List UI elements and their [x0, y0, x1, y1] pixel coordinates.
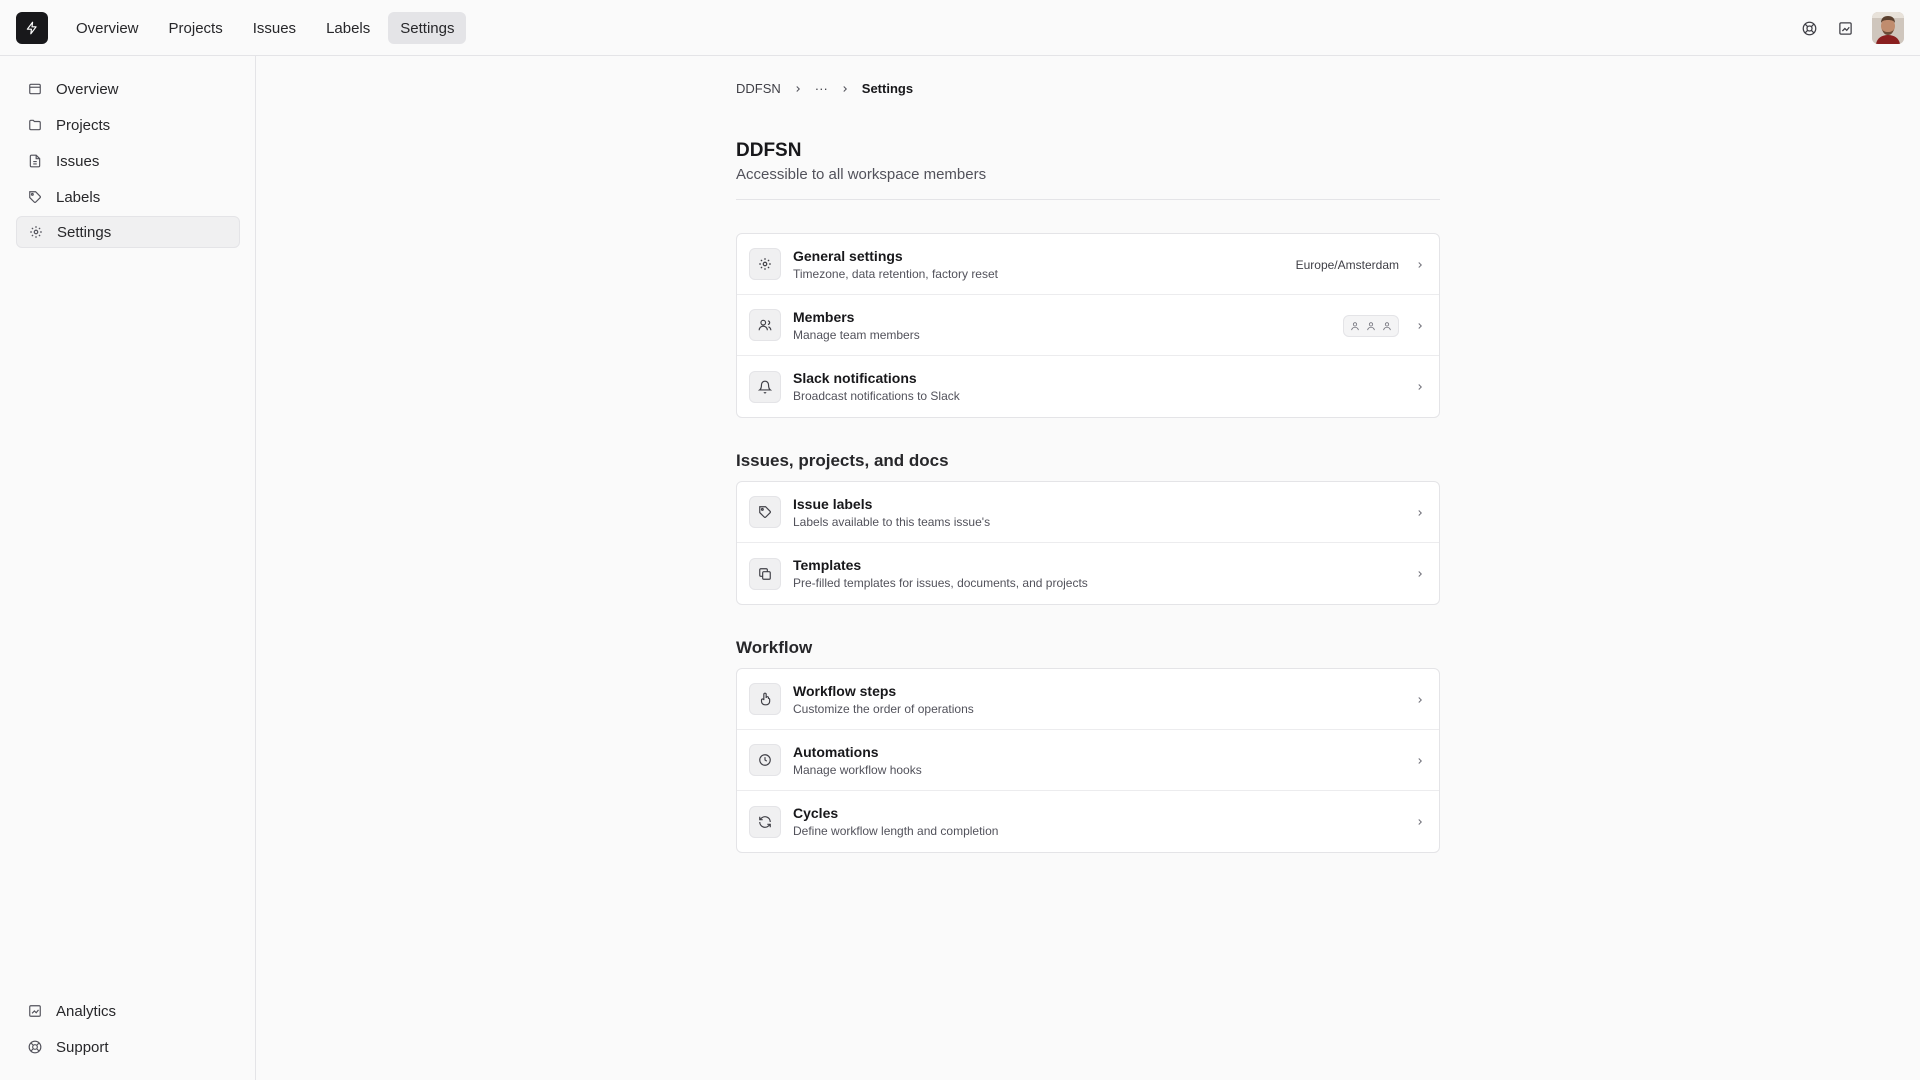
- sidebar-item-issues[interactable]: Issues: [16, 145, 240, 177]
- top-bar: Overview Projects Issues Labels Settings: [0, 0, 1920, 56]
- chevron-right-icon: [840, 84, 850, 94]
- sidebar-item-label: Issues: [56, 152, 100, 170]
- chevron-right-icon: [1415, 756, 1425, 766]
- refresh-icon: [749, 805, 781, 838]
- analytics-icon: [28, 1004, 42, 1018]
- general-settings-card: General settings Timezone, data retentio…: [736, 233, 1440, 418]
- issues-card: Issue labels Labels available to this te…: [736, 481, 1440, 605]
- top-nav: Overview Projects Issues Labels Settings: [64, 12, 467, 44]
- support-icon[interactable]: [1800, 19, 1818, 37]
- settings-row-templates[interactable]: Templates Pre-filled templates for issue…: [737, 543, 1439, 604]
- settings-row-cycles[interactable]: Cycles Define workflow length and comple…: [737, 791, 1439, 852]
- user-icon: [1380, 319, 1394, 333]
- user-icon: [1348, 319, 1362, 333]
- row-description: Manage workflow hooks: [793, 762, 922, 777]
- row-description: Broadcast notifications to Slack: [793, 389, 960, 403]
- row-description: Customize the order of operations: [793, 701, 974, 716]
- breadcrumb-ellipsis[interactable]: ···: [815, 81, 828, 96]
- chevron-right-icon: [1415, 321, 1425, 331]
- row-title: Templates: [793, 557, 862, 573]
- row-title: General settings: [793, 247, 903, 264]
- row-description: Define workflow length and completion: [793, 824, 999, 838]
- row-title: Slack notifications: [793, 370, 917, 386]
- chevron-right-icon: [1415, 260, 1425, 270]
- row-description: Manage team members: [793, 327, 920, 342]
- file-icon: [28, 154, 42, 168]
- sidebar-item-label: Overview: [56, 80, 119, 98]
- divider: [736, 199, 1440, 200]
- row-title: Automations: [793, 743, 879, 760]
- sidebar-item-label: Settings: [57, 223, 112, 241]
- chevron-right-icon: [1415, 569, 1425, 579]
- tab-overview[interactable]: Overview: [64, 12, 151, 44]
- inbox-icon: [28, 82, 42, 96]
- settings-row-members[interactable]: Members Manage team members: [737, 295, 1439, 356]
- settings-row-issue-labels[interactable]: Issue labels Labels available to this te…: [737, 482, 1439, 543]
- row-title: Cycles: [793, 805, 839, 821]
- chevron-right-icon: [1415, 695, 1425, 705]
- breadcrumb: DDFSN ··· Settings: [736, 81, 913, 96]
- analytics-icon[interactable]: [1836, 19, 1854, 37]
- gear-icon: [29, 225, 43, 239]
- sidebar-item-label: Projects: [56, 116, 111, 134]
- clock-icon: [749, 744, 781, 776]
- tab-labels[interactable]: Labels: [314, 12, 382, 44]
- page-title: DDFSN: [736, 140, 802, 161]
- sidebar-item-label: Labels: [56, 188, 101, 206]
- section-title-workflow: Workflow: [736, 638, 813, 657]
- tag-icon: [749, 496, 781, 528]
- row-title: Workflow steps: [793, 682, 897, 699]
- sidebar-item-support[interactable]: Support: [16, 1031, 240, 1063]
- gear-icon: [749, 248, 781, 280]
- section-title-issues: Issues, projects, and docs: [736, 451, 949, 470]
- breadcrumb-team[interactable]: DDFSN: [736, 81, 781, 96]
- sidebar-item-label: Support: [56, 1038, 109, 1056]
- tab-settings[interactable]: Settings: [388, 12, 467, 44]
- chevron-right-icon: [1415, 382, 1425, 392]
- users-icon: [749, 309, 781, 341]
- pointer-icon: [749, 683, 781, 715]
- folder-icon: [28, 118, 42, 132]
- timezone-value: Europe/Amsterdam: [1295, 257, 1399, 272]
- user-avatar[interactable]: [1872, 12, 1904, 44]
- sidebar-item-projects[interactable]: Projects: [16, 109, 240, 141]
- row-title: Members: [793, 308, 855, 325]
- user-icon: [1364, 319, 1378, 333]
- settings-row-general[interactable]: General settings Timezone, data retentio…: [737, 234, 1439, 295]
- sidebar-item-settings[interactable]: Settings: [16, 216, 240, 248]
- row-description: Timezone, data retention, factory reset: [793, 266, 998, 281]
- tab-projects[interactable]: Projects: [157, 12, 235, 44]
- copy-icon: [749, 557, 781, 590]
- workflow-card: Workflow steps Customize the order of op…: [736, 668, 1440, 853]
- sidebar: Overview Projects Issues Labels Settings…: [0, 56, 256, 1080]
- settings-row-workflow-steps[interactable]: Workflow steps Customize the order of op…: [737, 669, 1439, 730]
- sidebar-item-label: Analytics: [56, 1002, 117, 1020]
- row-title: Issue labels: [793, 495, 873, 512]
- sidebar-item-labels[interactable]: Labels: [16, 181, 240, 213]
- support-icon: [28, 1040, 42, 1054]
- settings-row-automations[interactable]: Automations Manage workflow hooks: [737, 730, 1439, 791]
- top-right-actions: [1800, 12, 1904, 44]
- breadcrumb-current: Settings: [861, 81, 914, 96]
- chevron-right-icon: [1415, 817, 1425, 827]
- row-description: Labels available to this teams issue's: [793, 514, 991, 529]
- settings-row-slack[interactable]: Slack notifications Broadcast notificati…: [737, 356, 1439, 417]
- bell-icon: [749, 370, 781, 403]
- member-avatars: [1343, 314, 1399, 337]
- sidebar-item-overview[interactable]: Overview: [16, 73, 240, 105]
- tab-issues[interactable]: Issues: [241, 12, 308, 44]
- chevron-right-icon: [1415, 508, 1425, 518]
- tag-icon: [28, 190, 42, 204]
- row-description: Pre-filled templates for issues, documen…: [793, 576, 1088, 590]
- sidebar-item-analytics[interactable]: Analytics: [16, 995, 240, 1027]
- logo-bolt-icon[interactable]: [16, 12, 48, 44]
- page-subtitle: Accessible to all workspace members: [736, 166, 987, 183]
- chevron-right-icon: [793, 84, 803, 94]
